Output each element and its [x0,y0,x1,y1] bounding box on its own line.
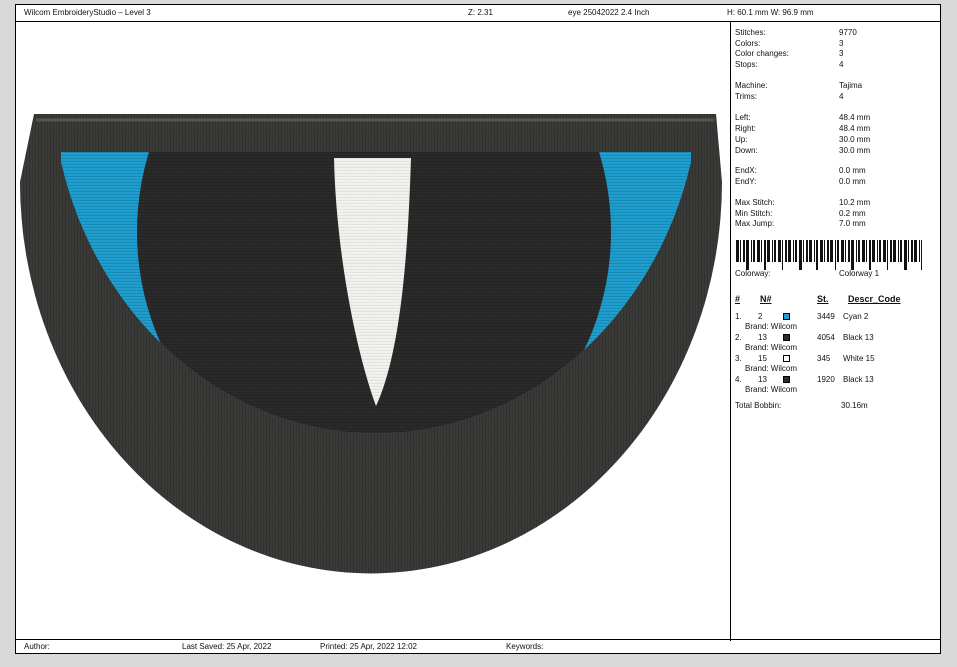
endy-label: EndY: [735,177,757,186]
thread-description: White 15 [843,354,875,363]
thread-brand: Brand: Wilcom [745,385,798,394]
colorway-value: Colorway 1 [839,269,880,278]
thread-number: 13 [758,375,767,384]
machine-value: Tajima [839,81,863,90]
col-header-stitches: St. [817,294,829,304]
thread-number: 15 [758,354,767,363]
trims-label: Trims: [735,92,757,101]
thread-index: 2. [735,333,742,342]
min-stitch-label: Min Stitch: [735,209,773,218]
max-jump-label: Max Jump: [735,219,775,228]
design-name: eye 25042022 2.4 Inch [568,8,650,17]
design-preview [16,22,730,641]
endx-label: EndX: [735,166,757,175]
print-preview-sheet: Wilcom EmbroideryStudio – Level 3 Z: 2.3… [15,4,941,654]
thread-description: Black 13 [843,333,874,342]
thread-index: 3. [735,354,742,363]
machine-label: Machine: [735,81,768,90]
stitches-value: 9770 [839,28,857,37]
app-title: Wilcom EmbroideryStudio – Level 3 [24,8,151,17]
print-footer: Author: Last Saved: 25 Apr, 2022 Printed… [16,639,940,653]
left-value: 48.4 mm [839,113,871,122]
stops-value: 4 [839,60,844,69]
eye-embroidery-design [20,114,722,574]
colors-label: Colors: [735,39,761,48]
thread-description: Cyan 2 [843,312,869,321]
thread-index: 1. [735,312,742,321]
thread-index: 4. [735,375,742,384]
thread-stitches: 1920 [817,375,835,384]
thread-color-swatch [783,355,790,362]
thread-stitches: 4054 [817,333,835,342]
stitches-label: Stitches: [735,28,766,37]
trims-value: 4 [839,92,844,101]
barcode-icon [736,240,922,270]
up-value: 30.0 mm [839,135,871,144]
colors-value: 3 [839,39,844,48]
thread-number: 13 [758,333,767,342]
endx-value: 0.0 mm [839,166,866,175]
stitch-info-panel: Stitches: 9770 Colors: 3 Color changes: 3 S… [730,22,940,641]
thread-number: 2 [758,312,763,321]
thread-color-swatch [783,313,790,320]
total-bobbin-value: 30.16m [841,401,868,410]
thread-description: Black 13 [843,375,874,384]
up-label: Up: [735,135,748,144]
color-changes-label: Color changes: [735,49,789,58]
col-header-index: # [735,294,741,304]
down-value: 30.0 mm [839,146,871,155]
thread-color-swatch [783,334,790,341]
color-changes-value: 3 [839,49,844,58]
right-label: Right: [735,124,756,133]
design-size: H: 60.1 mm W: 96.9 mm [727,8,814,17]
last-saved: Last Saved: 25 Apr, 2022 [182,642,272,651]
down-label: Down: [735,146,758,155]
max-jump-value: 7.0 mm [839,219,866,228]
thread-brand: Brand: Wilcom [745,343,798,352]
thread-color-swatch [783,376,790,383]
colorway-label: Colorway: [735,269,771,278]
thread-stitches: 345 [817,354,831,363]
col-header-descr: Descr_Code [848,294,901,304]
right-value: 48.4 mm [839,124,871,133]
thread-brand: Brand: Wilcom [745,364,798,373]
thread-stitches: 3449 [817,312,835,321]
printed-date: Printed: 25 Apr, 2022 12:02 [320,642,417,651]
left-label: Left: [735,113,751,122]
col-header-number: N# [760,294,772,304]
thread-brand: Brand: Wilcom [745,322,798,331]
zoom-level: Z: 2.31 [468,8,493,17]
endy-value: 0.0 mm [839,177,866,186]
keywords-label: Keywords: [506,642,544,651]
max-stitch-label: Max Stitch: [735,198,775,207]
min-stitch-value: 0.2 mm [839,209,866,218]
print-header: Wilcom EmbroideryStudio – Level 3 Z: 2.3… [16,5,940,22]
max-stitch-value: 10.2 mm [839,198,871,207]
total-bobbin-label: Total Bobbin: [735,401,782,410]
author-label: Author: [24,642,50,651]
stops-label: Stops: [735,60,758,69]
